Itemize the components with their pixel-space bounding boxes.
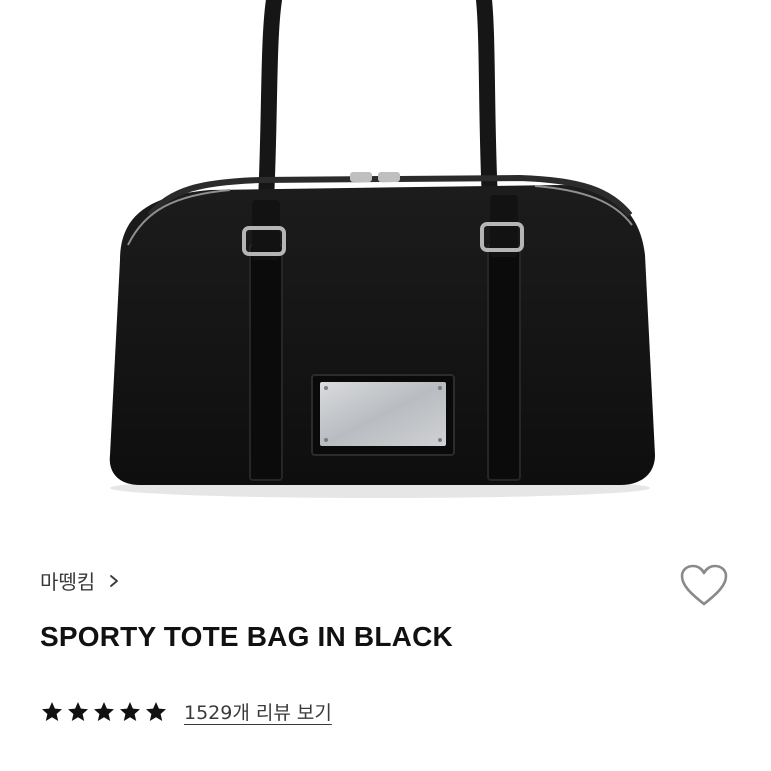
star-filled-icon (42, 701, 62, 721)
star-filled-icon (120, 701, 140, 721)
rating-row: 1529개 리뷰 보기 (40, 698, 332, 725)
chevron-right-icon (110, 574, 119, 587)
star-filled-icon (146, 701, 166, 721)
reviews-link[interactable]: 1529개 리뷰 보기 (184, 698, 332, 725)
brand-name: 마뗑킴 (40, 570, 96, 594)
star-filled-icon (68, 701, 88, 721)
product-image[interactable] (0, 0, 771, 545)
star-filled-icon (94, 701, 114, 721)
bag-illustration (109, 0, 655, 498)
heart-outline-icon[interactable] (678, 562, 730, 608)
star-rating (40, 700, 168, 724)
product-title: SPORTY TOTE BAG IN BLACK (40, 621, 453, 652)
brand-link[interactable]: 마뗑킴 (40, 566, 121, 595)
